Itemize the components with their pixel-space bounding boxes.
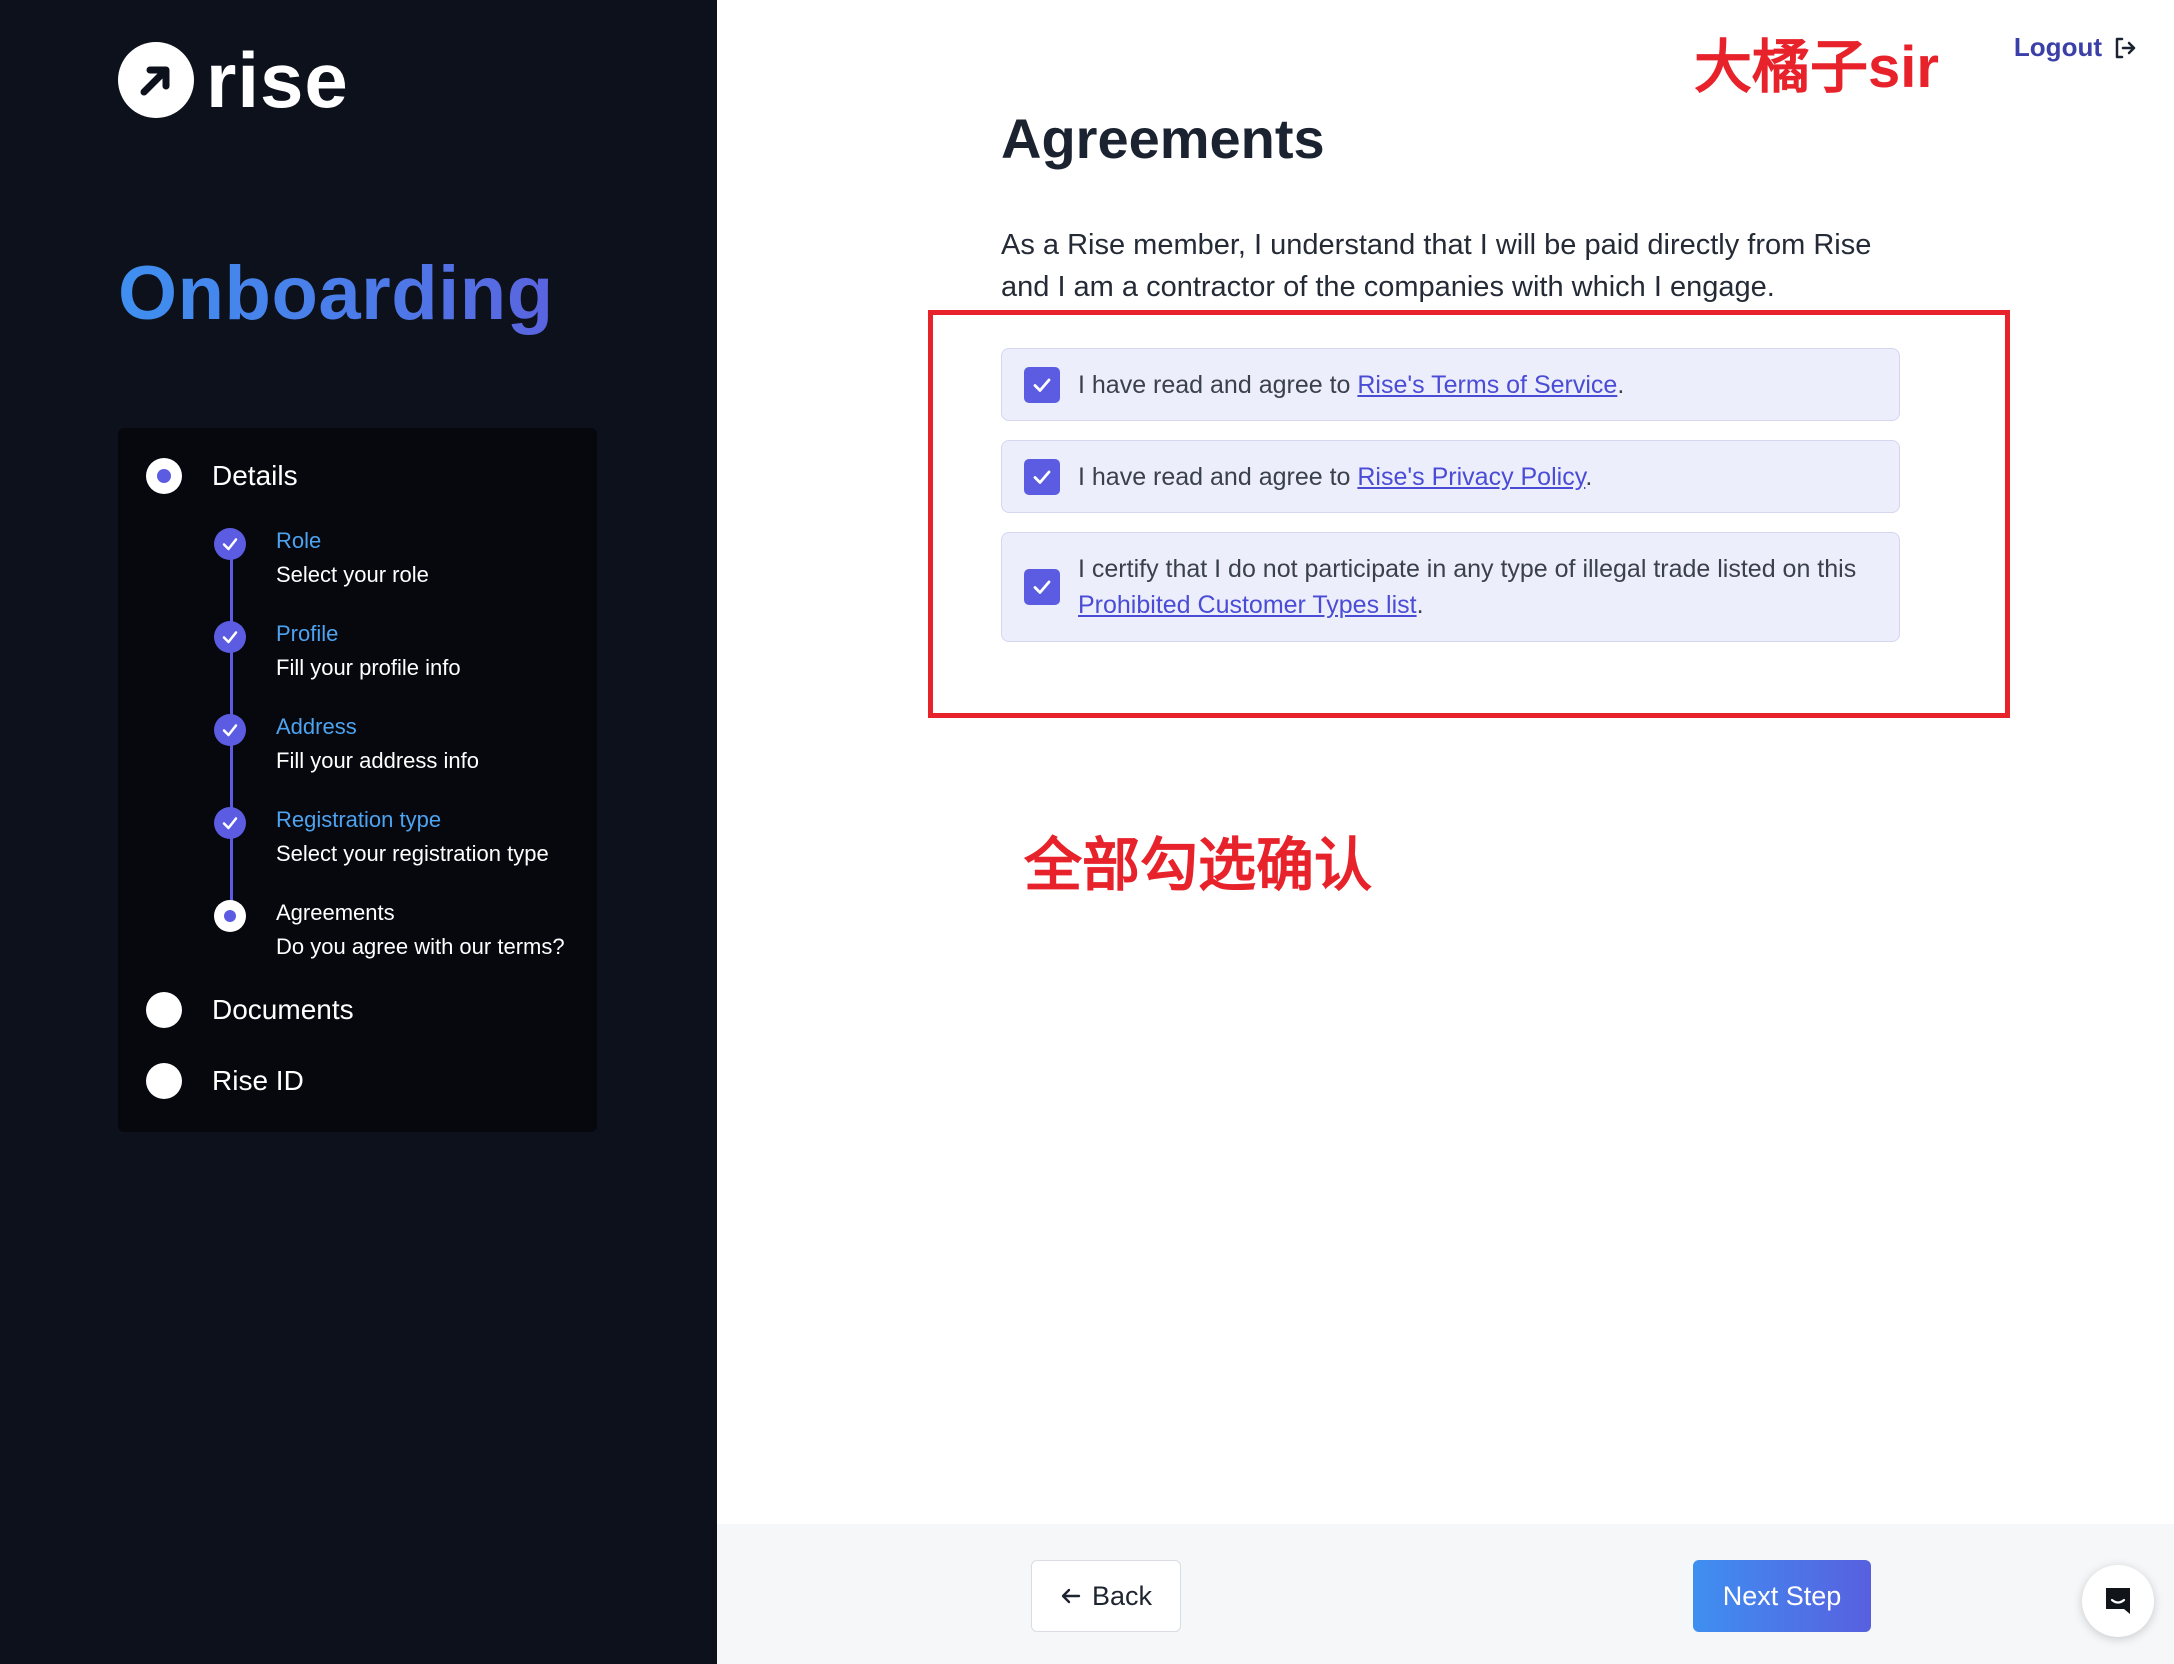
substep-title: Profile (276, 621, 339, 646)
substep-title: Registration type (276, 807, 442, 832)
agreement-suffix: . (1617, 370, 1625, 399)
substep-title: Role (276, 528, 322, 553)
substep-title: Address (276, 714, 357, 739)
privacy-policy-link[interactable]: Rise's Privacy Policy (1357, 463, 1585, 491)
step-label: Rise ID (212, 1065, 304, 1096)
sidebar-title: Onboarding (118, 251, 554, 336)
logout-button[interactable]: Logout (2014, 32, 2138, 63)
agreement-prohibited[interactable]: I certify that I do not participate in a… (1001, 532, 1900, 642)
step-details[interactable]: Details (146, 458, 298, 494)
step-rise-id[interactable]: Rise ID (146, 1063, 304, 1099)
agreement-text: I have read and agree to Rise's Privacy … (1078, 459, 1592, 495)
next-label: Next Step (1722, 1580, 1842, 1611)
substep-desc: Fill your address info (276, 748, 479, 773)
agreement-text: I have read and agree to Rise's Terms of… (1078, 367, 1624, 403)
watermark-text: 大橘子sir (1694, 35, 1939, 100)
footer-bar (717, 1524, 2174, 1664)
step-pending-dot-icon (146, 992, 182, 1028)
check-circle-icon (214, 621, 246, 653)
rise-logo[interactable]: rise (118, 36, 349, 124)
page-title: Agreements (1001, 107, 1325, 170)
check-circle-icon (214, 714, 246, 746)
check-circle-icon (214, 528, 246, 560)
agreement-suffix: . (1585, 462, 1593, 491)
step-pending-dot-icon (146, 1063, 182, 1099)
agreement-terms[interactable]: I have read and agree to Rise's Terms of… (1001, 348, 1900, 421)
logout-label: Logout (2013, 32, 2102, 62)
step-current-dot-icon (146, 458, 182, 494)
substep-desc: Fill your profile info (276, 655, 461, 680)
substep-desc: Do you agree with our terms? (276, 934, 565, 959)
prohibited-checkbox[interactable] (1024, 569, 1060, 605)
substep-title: Agreements (276, 900, 395, 925)
substep-desc: Select your registration type (276, 841, 549, 866)
terms-checkbox[interactable] (1024, 366, 1060, 403)
chat-bubble-icon (2106, 1588, 2130, 1614)
step-label: Details (212, 460, 298, 491)
agreement-privacy[interactable]: I have read and agree to Rise's Privacy … (1001, 440, 1900, 513)
steps-panel: Details Role Select your role Profile Fi… (118, 428, 597, 1132)
logout-arrow-icon (2115, 37, 2136, 58)
agreement-prefix: I have read and agree to (1078, 462, 1358, 491)
back-label: Back (1091, 1580, 1153, 1611)
agreement-text: I certify that I do not participate in a… (1078, 551, 1868, 623)
checkmark-icon (1033, 580, 1051, 594)
sidebar: rise Onboarding Details Role Select your… (0, 0, 717, 1664)
checkmark-icon (1033, 470, 1051, 484)
agreement-suffix: . (1416, 591, 1424, 619)
agreement-prefix: I have read and agree to (1078, 370, 1358, 399)
current-step-dot-icon (214, 900, 246, 932)
next-step-button[interactable]: Next Step (1693, 1560, 1871, 1632)
intro-text: As a Rise member, I understand that I wi… (1001, 229, 1872, 303)
logo-text: rise (206, 36, 349, 124)
chat-button[interactable] (2082, 1565, 2154, 1637)
privacy-checkbox[interactable] (1024, 458, 1060, 495)
back-button[interactable]: Back (1031, 1560, 1181, 1632)
step-documents[interactable]: Documents (146, 992, 354, 1028)
checkmark-icon (1033, 378, 1051, 392)
step-label: Documents (212, 994, 354, 1025)
check-circle-icon (214, 807, 246, 839)
arrow-left-icon (1061, 1588, 1081, 1604)
prohibited-types-link[interactable]: Prohibited Customer Types list (1078, 591, 1417, 619)
substep-desc: Select your role (276, 562, 429, 587)
annotation-text: 全部勾选确认 (1024, 833, 1373, 898)
agreement-prefix: I certify that I do not participate in a… (1078, 555, 1857, 583)
terms-of-service-link[interactable]: Rise's Terms of Service (1357, 371, 1617, 399)
arrow-up-right-circle-icon (118, 42, 194, 118)
